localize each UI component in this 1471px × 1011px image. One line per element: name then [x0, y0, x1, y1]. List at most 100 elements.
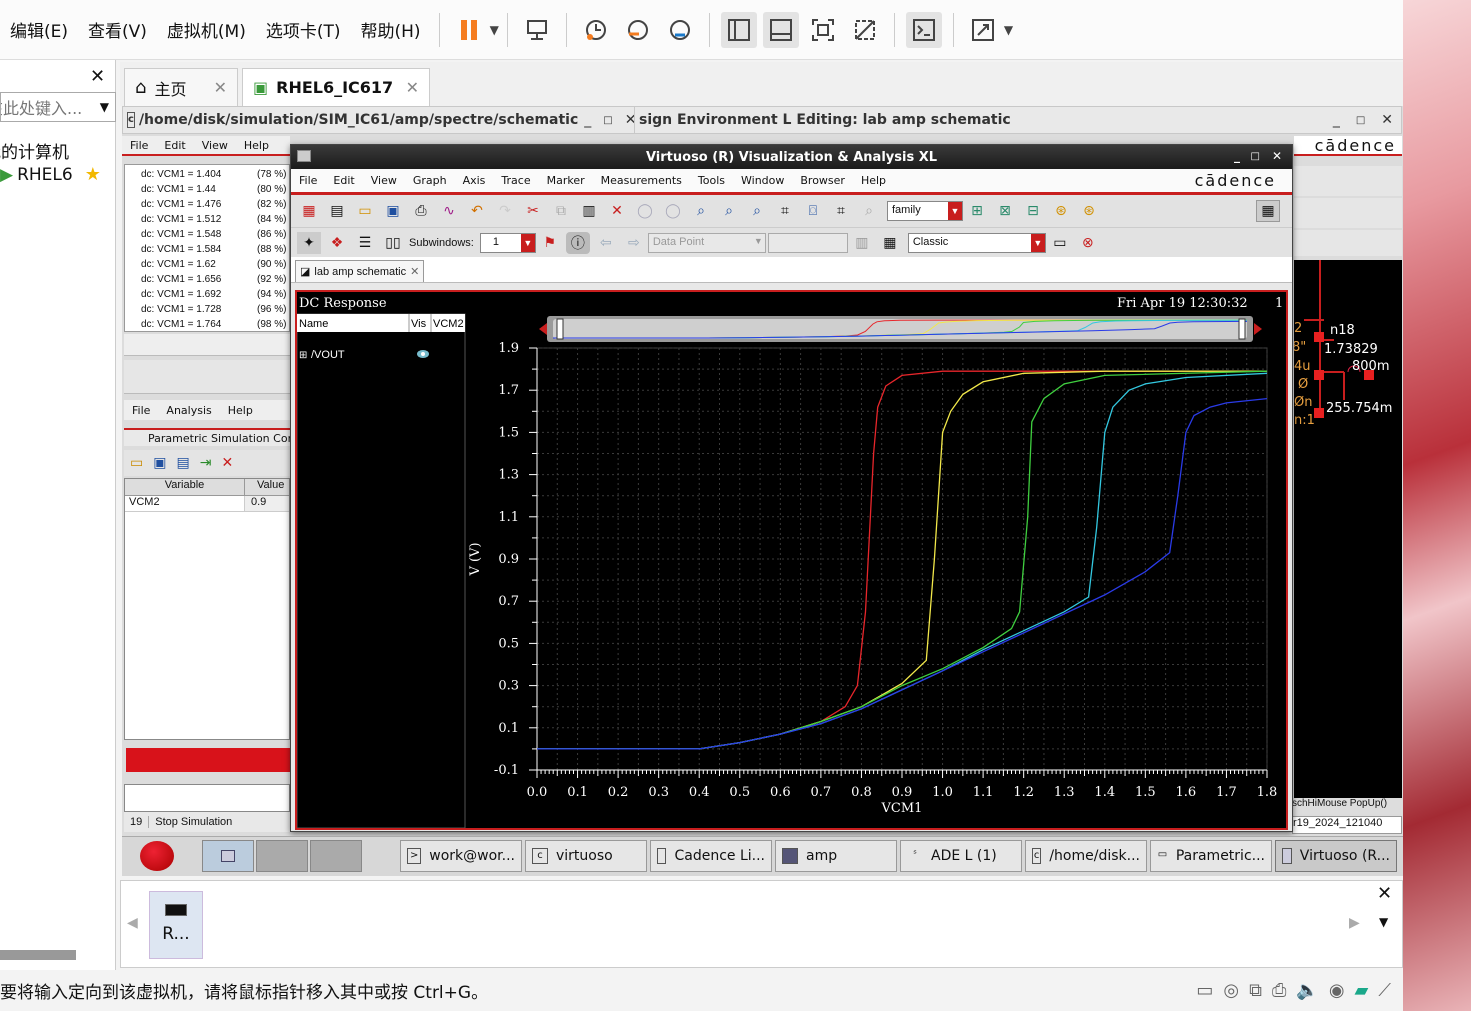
- save-icon[interactable]: ▣: [153, 455, 166, 471]
- zoom-fit-icon[interactable]: ⌕: [689, 200, 713, 222]
- tab-home[interactable]: ⌂ 主页 ✕: [124, 68, 238, 106]
- style-select[interactable]: Classic ▼: [907, 232, 1046, 253]
- open-icon[interactable]: ▭: [130, 455, 143, 471]
- library-search-input[interactable]: 在此处键入... ▼: [0, 92, 116, 122]
- overlay-icon[interactable]: ⊠: [993, 200, 1017, 222]
- task-viva[interactable]: Virtuoso (R...: [1275, 840, 1397, 872]
- task-cadence-library[interactable]: Cadence Li...: [650, 840, 772, 872]
- chevron-down-icon[interactable]: ▼: [948, 202, 962, 220]
- close-icon[interactable]: ✕: [1272, 149, 1282, 163]
- stack-icon[interactable]: ⊞: [965, 200, 989, 222]
- star-icon[interactable]: ★: [85, 164, 101, 185]
- schematic-node[interactable]: [1314, 408, 1324, 418]
- copy-icon[interactable]: ⧉: [549, 200, 573, 222]
- task-ade-l[interactable]: ˢ ADE L (1): [900, 840, 1022, 872]
- task-parametric[interactable]: ▭ Parametric...: [1150, 840, 1272, 872]
- menu-browser[interactable]: Browser: [792, 174, 853, 187]
- delete-icon[interactable]: ✕: [605, 200, 629, 222]
- chevron-down-icon[interactable]: ▼: [100, 100, 109, 114]
- close-icon[interactable]: ✕: [1377, 883, 1392, 904]
- schematic-canvas[interactable]: n18 1.73829 800m 255.754m 2 8" 4u Ø Øn n:1: [1292, 260, 1402, 798]
- menu-file[interactable]: File: [124, 404, 158, 417]
- close-icon[interactable]: ✕: [214, 78, 227, 97]
- info-icon[interactable]: ⓘ: [565, 231, 590, 254]
- waveform-icon[interactable]: ∿: [437, 200, 461, 222]
- tab-rhel6[interactable]: ▣ RHEL6_IC617 ✕: [242, 68, 430, 106]
- vm-thumbnail[interactable]: R...: [149, 891, 203, 959]
- network-icon[interactable]: ⧉: [1249, 980, 1262, 1001]
- pause-button[interactable]: [451, 12, 487, 48]
- snapshot-button[interactable]: [578, 12, 614, 48]
- back-icon[interactable]: ⇦: [594, 232, 618, 254]
- open-icon[interactable]: ▭: [353, 200, 377, 222]
- menu-trace[interactable]: Trace: [493, 174, 538, 187]
- maximize-icon[interactable]: □: [1348, 115, 1373, 126]
- calculator-icon[interactable]: ▦: [878, 232, 902, 254]
- window-close-icon[interactable]: ⊗: [1076, 232, 1100, 254]
- graph-window[interactable]: DC Response Fri Apr 19 12:30:32 1 Name V…: [295, 290, 1288, 830]
- hide-icon[interactable]: ◯: [661, 200, 685, 222]
- menu-edit[interactable]: Edit: [156, 139, 193, 152]
- overview-left-handle[interactable]: [556, 318, 564, 340]
- workspace-1[interactable]: [202, 840, 254, 872]
- cdrom-icon[interactable]: ◎: [1223, 980, 1239, 1001]
- menu-measurements[interactable]: Measurements: [593, 174, 690, 187]
- columns-icon[interactable]: ▯▯: [381, 232, 405, 254]
- close-icon[interactable]: ✕: [406, 78, 419, 97]
- viva-titlebar[interactable]: Virtuoso (R) Visualization & Analysis XL…: [291, 145, 1292, 169]
- schematic-node[interactable]: [1314, 370, 1324, 380]
- layout-icon[interactable]: ▤: [325, 200, 349, 222]
- menu-analysis[interactable]: Analysis: [158, 404, 219, 417]
- snapshot-manager-button[interactable]: [662, 12, 698, 48]
- console-button[interactable]: [905, 11, 942, 48]
- menu-marker[interactable]: Marker: [539, 174, 593, 187]
- stop-icon[interactable]: ◯: [633, 200, 657, 222]
- printer-icon[interactable]: ⎙: [1272, 980, 1286, 1001]
- marker-icon[interactable]: ⊛: [1049, 200, 1073, 222]
- chevron-down-icon[interactable]: ▼: [490, 23, 499, 37]
- chevron-down-icon[interactable]: ▼: [754, 236, 763, 246]
- message-icon[interactable]: ▰: [1355, 980, 1369, 1001]
- menu-edit[interactable]: Edit: [325, 174, 362, 187]
- maximize-icon[interactable]: □: [1251, 151, 1260, 162]
- scroll-left-icon[interactable]: [539, 323, 547, 335]
- menu-view[interactable]: 查看(V): [78, 17, 157, 42]
- menu-help[interactable]: 帮助(H): [351, 17, 431, 42]
- flag-icon[interactable]: ⚑: [538, 232, 562, 254]
- close-icon[interactable]: ✕: [1373, 112, 1401, 128]
- task-home-disk[interactable]: c/home/disk...: [1025, 840, 1147, 872]
- workspace-3[interactable]: [310, 840, 362, 872]
- stretch-button[interactable]: [965, 12, 1001, 48]
- ade-window-titlebar[interactable]: c /home/disk/simulation/SIM_IC61/amp/spe…: [122, 106, 642, 134]
- menu-tools[interactable]: Tools: [690, 174, 733, 187]
- chevron-down-icon[interactable]: ▼: [520, 233, 535, 252]
- dc-response-chart[interactable]: DC Response Fri Apr 19 12:30:32 1 Name V…: [296, 292, 1286, 829]
- task-amp[interactable]: amp: [775, 840, 897, 872]
- menu-tabs[interactable]: 选项卡(T): [256, 17, 351, 42]
- minimize-icon[interactable]: _: [1234, 149, 1240, 163]
- import-icon[interactable]: ⇥: [200, 455, 212, 471]
- chevron-down-icon[interactable]: ▼: [1004, 23, 1013, 37]
- menu-view[interactable]: View: [363, 174, 405, 187]
- thumbnail-view-button[interactable]: [762, 11, 799, 48]
- menu-view[interactable]: View: [194, 139, 236, 152]
- schematic-node[interactable]: [1314, 332, 1324, 342]
- scroll-right-icon[interactable]: ▶: [1349, 915, 1360, 931]
- library-view-button[interactable]: [720, 11, 757, 48]
- menu-axis[interactable]: Axis: [455, 174, 494, 187]
- rows-icon[interactable]: ☰: [353, 232, 377, 254]
- menu-help[interactable]: Help: [220, 404, 261, 417]
- zoom-x-icon[interactable]: ⌗: [773, 200, 797, 222]
- maximize-icon[interactable]: □: [597, 115, 618, 126]
- paste-icon[interactable]: ▥: [577, 200, 601, 222]
- menu-file[interactable]: File: [122, 139, 156, 152]
- menu-edit[interactable]: 编辑(E): [0, 17, 78, 42]
- grid-icon[interactable]: ▦: [1256, 200, 1280, 222]
- pan-icon[interactable]: ⌕: [857, 200, 881, 222]
- subwindows-select[interactable]: 1 ▼: [479, 232, 536, 253]
- fullscreen-button[interactable]: [805, 12, 841, 48]
- trace-name[interactable]: /VOUT: [311, 349, 345, 361]
- redhat-logo-icon[interactable]: [140, 841, 174, 871]
- save-icon[interactable]: ▣: [381, 200, 405, 222]
- zoom-y-icon[interactable]: ⌗: [829, 200, 853, 222]
